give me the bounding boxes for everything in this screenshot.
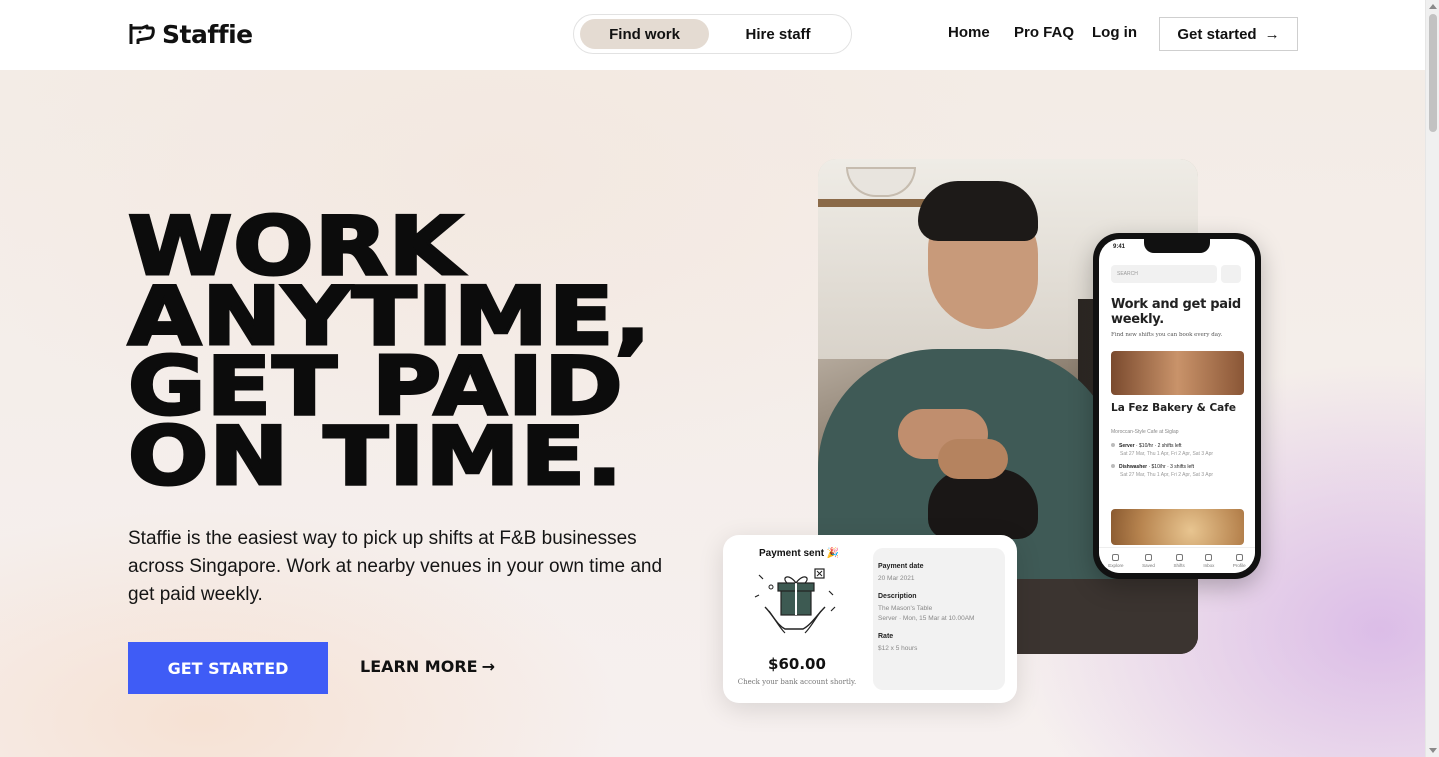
shift-item: Dishwasher · $10/hr · 3 shifts left Sat … [1111,464,1213,478]
rate-value: $12 x 5 hours [878,645,918,652]
tab-shifts: Shifts [1173,553,1185,568]
phone-mockup: 9:41 SEARCH Work and get paid weekly. Fi… [1093,233,1261,579]
venue-image [1111,351,1244,395]
learn-more-link[interactable]: LEARN MORE → [360,657,495,676]
rate-label: Rate [878,633,894,640]
nav-log-in[interactable]: Log in [1092,24,1137,41]
description-label: Description [878,593,917,600]
page-scrollbar[interactable] [1425,0,1439,757]
food-image [1111,509,1244,545]
phone-screen: 9:41 SEARCH Work and get paid weekly. Fi… [1099,239,1255,573]
gift-illustration-icon [754,568,836,634]
audience-toggle: Find work Hire staff [573,14,852,54]
phone-subtitle: Find new shifts you can book every day. [1111,332,1223,338]
tab-explore: Explore [1108,553,1124,568]
payment-date-value: 20 Mar 2021 [878,575,915,582]
profile-icon [1235,553,1243,561]
hero-section: WORK ANYTIME, GET PAID ON TIME. Staffie … [0,70,1425,757]
arrow-right-icon: → [1264,25,1280,43]
phone-time: 9:41 [1113,244,1126,250]
phone-title: Work and get paid weekly. [1111,297,1241,327]
arrow-right-icon: → [481,657,495,676]
payment-date-label: Payment date [878,563,924,570]
phone-tab-bar: Explore Saved Shifts Inbox Profile [1099,547,1255,573]
tab-inbox: Inbox [1203,553,1214,568]
site-header: Staffie Find work Hire staff Home Pro FA… [0,0,1425,70]
inbox-icon [1205,553,1213,561]
brand-name: Staffie [162,20,253,49]
nav-pro-faq[interactable]: Pro FAQ [1014,24,1074,41]
shift-item: Server · $10/hr · 2 shifts left Sat 27 M… [1111,443,1213,457]
staffie-logo-icon [129,23,155,44]
learn-more-label: LEARN MORE [360,657,478,676]
payment-details: Payment date 20 Mar 2021 Description The… [873,548,1005,690]
venue-description: Moroccan-Style Cafe at Siglap [1111,429,1179,435]
filter-icon [1221,265,1241,283]
venue-name: La Fez Bakery & Cafe [1111,402,1236,414]
scroll-up-icon[interactable] [1429,4,1437,9]
get-started-label: Get started [1177,25,1257,43]
get-started-primary-button[interactable]: GET STARTED [128,642,328,694]
bookmark-icon [1145,553,1152,561]
payment-amount: $60.00 [768,655,826,673]
calendar-icon [1175,553,1183,561]
explore-icon [1112,553,1120,561]
hero-subtext: Staffie is the easiest way to pick up sh… [128,528,663,605]
tab-profile: Profile [1233,553,1246,568]
brand-logo[interactable]: Staffie [128,20,253,49]
description-value: The Mason's Table Server · Mon, 15 Mar a… [878,605,975,622]
nav-home[interactable]: Home [948,24,990,41]
headline-line-4: ON TIME. [126,410,624,503]
get-started-button[interactable]: Get started → [1159,17,1298,51]
payment-card: Payment sent 🎉 $60.00 Check your bank ac… [723,535,1017,703]
payment-note: Check your bank account shortly. [737,678,857,686]
toggle-find-work[interactable]: Find work [580,19,710,49]
tab-saved: Saved [1142,553,1155,568]
payment-title: Payment sent 🎉 [759,548,840,559]
hero-headline: WORK ANYTIME, GET PAID ON TIME. [126,205,652,503]
scroll-down-icon[interactable] [1429,748,1437,753]
scrollbar-thumb[interactable] [1429,14,1437,132]
toggle-hire-staff[interactable]: Hire staff [709,19,847,49]
phone-search-input: SEARCH [1111,265,1217,283]
